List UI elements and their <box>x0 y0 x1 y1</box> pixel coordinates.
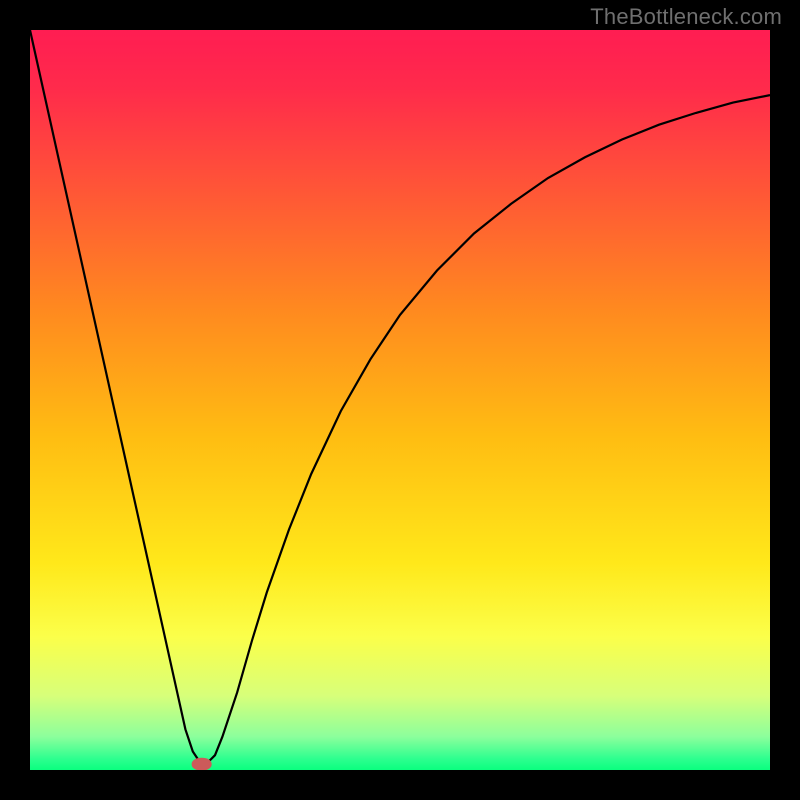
plot-area <box>30 30 770 770</box>
chart-frame: TheBottleneck.com <box>0 0 800 800</box>
optimum-marker <box>191 758 212 770</box>
bottleneck-curve <box>30 30 770 763</box>
curve-layer <box>30 30 770 770</box>
curve-svg <box>30 30 770 770</box>
watermark-text: TheBottleneck.com <box>590 4 782 30</box>
